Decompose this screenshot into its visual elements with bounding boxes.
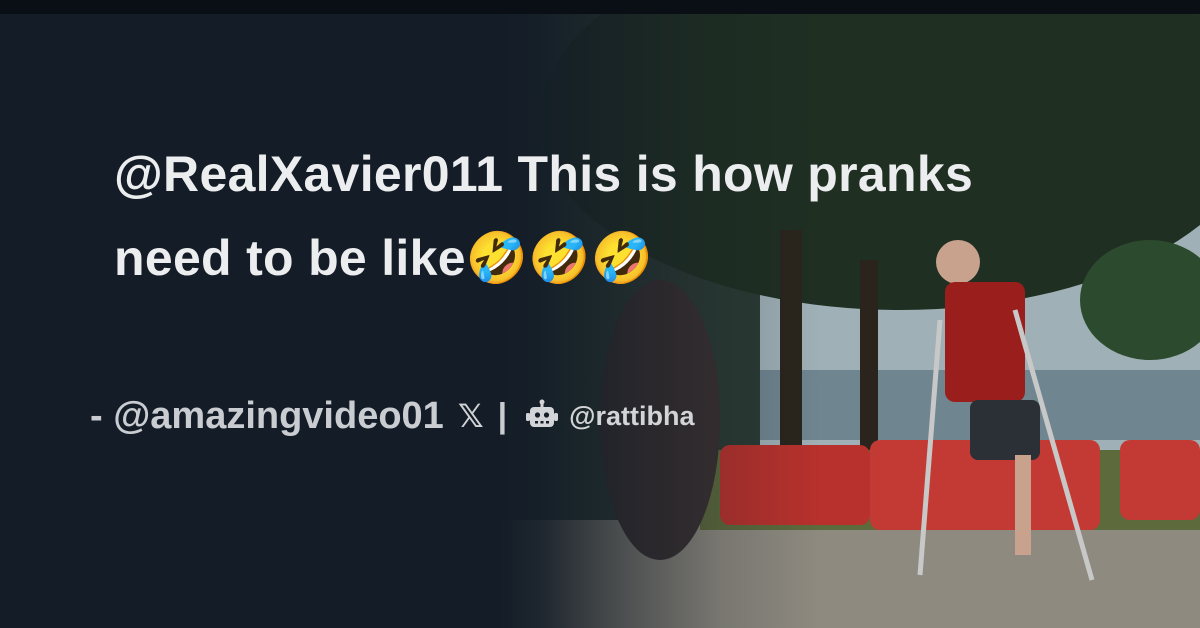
byline-separator: | — [497, 396, 508, 435]
dark-gradient-overlay — [0, 0, 1200, 628]
top-bar — [0, 0, 1200, 14]
robot-icon — [526, 399, 559, 427]
x-logo-icon: 𝕏 — [457, 398, 484, 434]
brand-handle: @rattibha — [569, 400, 695, 431]
author-handle: - @amazingvideo01 — [90, 394, 444, 437]
byline: - @amazingvideo01 𝕏 | @rattibha — [90, 388, 694, 444]
tweet-text: @RealXavier011 This is how pranks need t… — [114, 146, 974, 286]
